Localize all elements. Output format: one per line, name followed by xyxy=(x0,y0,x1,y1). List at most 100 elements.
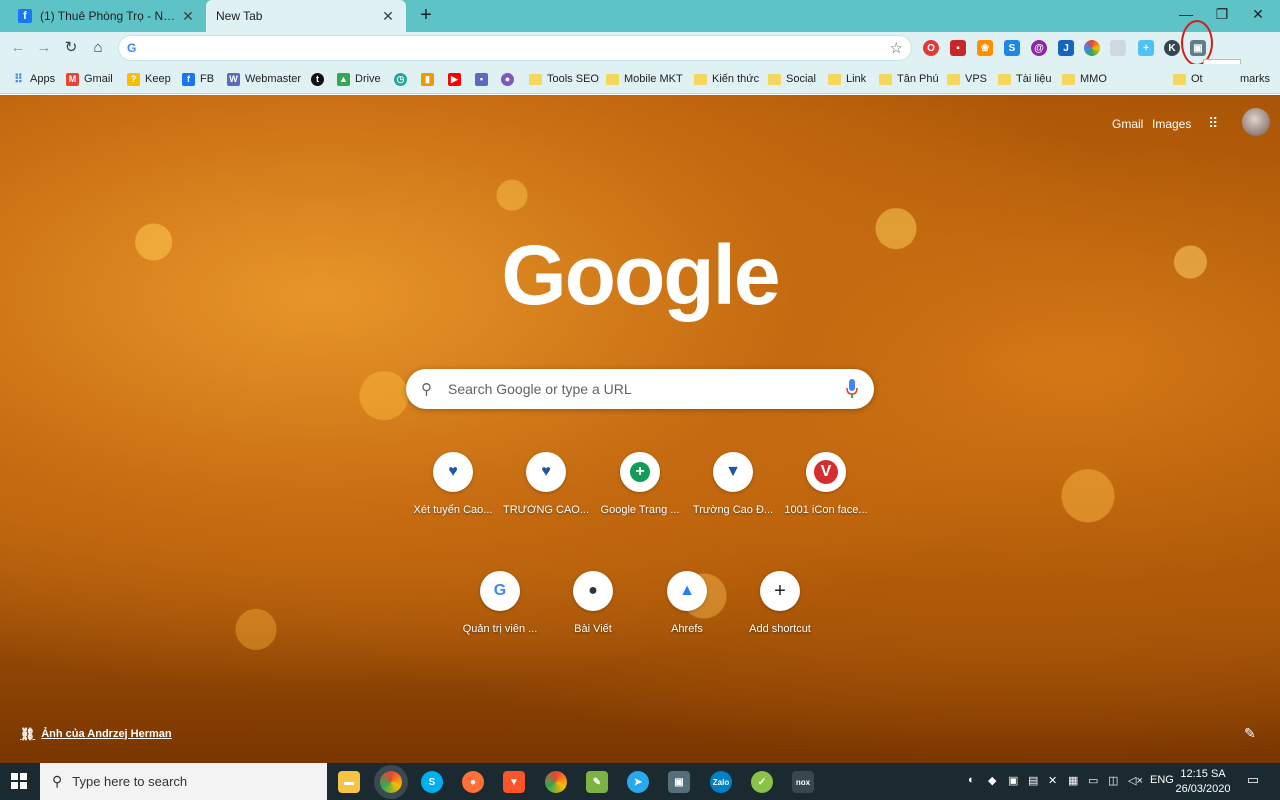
bookmark-folder-vps[interactable]: VPS xyxy=(947,70,987,88)
photo-credit[interactable]: ⛓ Ảnh của Andrzej Herman xyxy=(20,727,172,741)
reload-button[interactable]: ↻ xyxy=(59,36,83,60)
new-tab-page: Gmail Images ⠿ Google ⚲ ♥ Xét tuyển Cao.… xyxy=(0,95,1280,763)
shortcut-tile[interactable]: V 1001 iCon face... xyxy=(776,452,876,552)
close-window-button[interactable]: ✕ xyxy=(1240,0,1276,32)
google-apps-icon[interactable]: ⠿ xyxy=(1208,115,1224,131)
shortcut-tile[interactable]: ● Bài Viết xyxy=(543,571,643,671)
telegram-icon[interactable]: ➤ xyxy=(627,771,649,793)
app-icon[interactable]: ▣ xyxy=(668,771,690,793)
bookmark-site[interactable]: t xyxy=(311,70,329,88)
bookmark-folder-mmo[interactable]: MMO xyxy=(1062,70,1107,88)
language-indicator[interactable]: ENG xyxy=(1150,774,1174,786)
forward-button[interactable]: → xyxy=(32,36,56,60)
tray-icon[interactable]: ▣ xyxy=(1008,774,1018,787)
bookmark-site[interactable]: ● xyxy=(501,70,519,88)
google-g-icon: G xyxy=(127,41,137,55)
zalo-icon[interactable]: Zalo xyxy=(710,771,732,793)
shortcut-tile[interactable]: + Google Trang ... xyxy=(590,452,690,552)
bookmark-folder-kien-thuc[interactable]: Kiến thức xyxy=(694,70,759,88)
extension-icon[interactable]: K xyxy=(1164,40,1180,56)
incognito-icon: ● xyxy=(573,571,613,611)
extension-icon[interactable] xyxy=(1110,40,1126,56)
extension-icon[interactable] xyxy=(1084,40,1100,56)
address-bar[interactable]: G ☆ xyxy=(118,35,912,61)
extension-icon[interactable]: ❀ xyxy=(977,40,993,56)
facebook-icon: f xyxy=(182,72,195,86)
account-avatar[interactable] xyxy=(1242,108,1270,136)
microphone-icon[interactable] xyxy=(846,379,858,399)
tab-new-tab[interactable]: New Tab ✕ xyxy=(206,0,406,32)
windows-start-icon[interactable] xyxy=(11,773,27,789)
extension-icon[interactable]: + xyxy=(1138,40,1154,56)
back-button[interactable]: ← xyxy=(6,36,30,60)
search-input[interactable] xyxy=(446,379,826,399)
bookmark-keep[interactable]: ? Keep xyxy=(127,70,171,88)
new-tab-button[interactable]: + xyxy=(414,4,438,28)
bookmark-site[interactable]: ▪ xyxy=(475,70,493,88)
bookmark-folder-tools-seo[interactable]: Tools SEO xyxy=(529,70,599,88)
shortcut-tile[interactable]: ▼ Trường Cao Đ... xyxy=(683,452,783,552)
tray-icon[interactable]: ▤ xyxy=(1028,774,1038,787)
file-explorer-icon[interactable]: ▬ xyxy=(338,771,360,793)
address-input[interactable] xyxy=(145,39,885,57)
shortcut-label: Google Trang ... xyxy=(600,504,680,516)
shortcut-tile[interactable]: G Quản trị viên ... xyxy=(450,571,550,671)
tray-icon[interactable]: ▦ xyxy=(1068,774,1078,787)
notifications-icon[interactable]: ▭ xyxy=(1244,772,1262,790)
battery-icon[interactable]: ▭ xyxy=(1088,774,1098,787)
volume-icon[interactable]: ◁× xyxy=(1128,774,1143,787)
maximize-button[interactable]: ❐ xyxy=(1204,0,1240,32)
network-icon[interactable]: ◫ xyxy=(1108,774,1118,787)
app-icon[interactable]: ✎ xyxy=(586,771,608,793)
shortcut-tile[interactable]: ♥ Xét tuyển Cao... xyxy=(403,452,503,552)
bookmark-folder-link[interactable]: Link xyxy=(828,70,866,88)
gmail-link[interactable]: Gmail xyxy=(1112,117,1143,131)
other-bookmarks-label[interactable]: marks xyxy=(1240,70,1270,88)
tray-icon[interactable]: ◐ xyxy=(968,774,975,786)
chrome-icon[interactable] xyxy=(380,771,402,793)
bookmark-folder-tan-phu[interactable]: Tân Phú xyxy=(879,70,939,88)
firefox-icon[interactable]: ● xyxy=(462,771,484,793)
search-box[interactable]: ⚲ xyxy=(406,369,874,409)
folder-icon xyxy=(694,73,707,85)
tray-icon[interactable]: ✕ xyxy=(1048,774,1057,787)
bookmark-gmail[interactable]: M Gmail xyxy=(66,70,113,88)
shortcut-tile[interactable]: ▲ Ahrefs xyxy=(637,571,737,671)
opera-extension-icon[interactable]: O xyxy=(923,40,939,56)
taskbar-search[interactable]: ⚲ Type here to search xyxy=(40,763,327,800)
shortcut-tile[interactable]: ♥ TRƯỜNG CAO... xyxy=(496,452,596,552)
bookmark-fb[interactable]: f FB xyxy=(182,70,214,88)
bookmark-site[interactable]: ▶ xyxy=(448,70,466,88)
site-heart-icon: ♥ xyxy=(526,452,566,492)
customize-pencil-icon[interactable]: ✎ xyxy=(1244,725,1256,742)
extension-icon[interactable]: J xyxy=(1058,40,1074,56)
bookmark-site[interactable]: ▮ xyxy=(421,70,439,88)
close-tab-icon[interactable]: ✕ xyxy=(180,8,196,25)
system-clock[interactable]: 12:15 SA 26/03/2020 xyxy=(1172,767,1234,797)
bookmark-star-icon[interactable]: ☆ xyxy=(890,39,903,57)
images-link[interactable]: Images xyxy=(1152,117,1191,131)
home-button[interactable]: ⌂ xyxy=(86,36,110,60)
skype-icon[interactable]: S xyxy=(421,771,443,793)
gmail-icon: M xyxy=(66,72,79,86)
add-shortcut-button[interactable]: + Add shortcut xyxy=(730,571,830,671)
chrome-icon[interactable] xyxy=(545,771,567,793)
app-icon[interactable]: nox xyxy=(792,771,814,793)
bookmark-folder-other[interactable]: Ot xyxy=(1173,70,1203,88)
extension-icon[interactable]: S xyxy=(1004,40,1020,56)
close-tab-icon[interactable]: ✕ xyxy=(380,8,396,25)
extension-icon[interactable]: ▪ xyxy=(950,40,966,56)
bookmark-drive[interactable]: ▲ Drive xyxy=(337,70,381,88)
bookmark-folder-social[interactable]: Social xyxy=(768,70,816,88)
extension-icon[interactable]: @ xyxy=(1031,40,1047,56)
bookmark-folder-mobile-mkt[interactable]: Mobile MKT xyxy=(606,70,683,88)
bookmark-site[interactable]: ◷ xyxy=(394,70,412,88)
tray-icon[interactable]: ◆ xyxy=(988,774,996,787)
app-icon[interactable]: ✓ xyxy=(751,771,773,793)
bookmark-apps[interactable]: ⠿ Apps xyxy=(12,70,55,88)
shortcut-label: Ahrefs xyxy=(671,623,703,635)
tab-facebook[interactable]: f (1) Thuê Phòng Trọ - Nhà Nguyê... ✕ xyxy=(8,0,206,32)
bookmark-folder-tai-lieu[interactable]: Tài liệu xyxy=(998,70,1051,88)
brave-icon[interactable]: ▼ xyxy=(503,771,525,793)
bookmark-webmaster[interactable]: W Webmaster xyxy=(227,70,301,88)
